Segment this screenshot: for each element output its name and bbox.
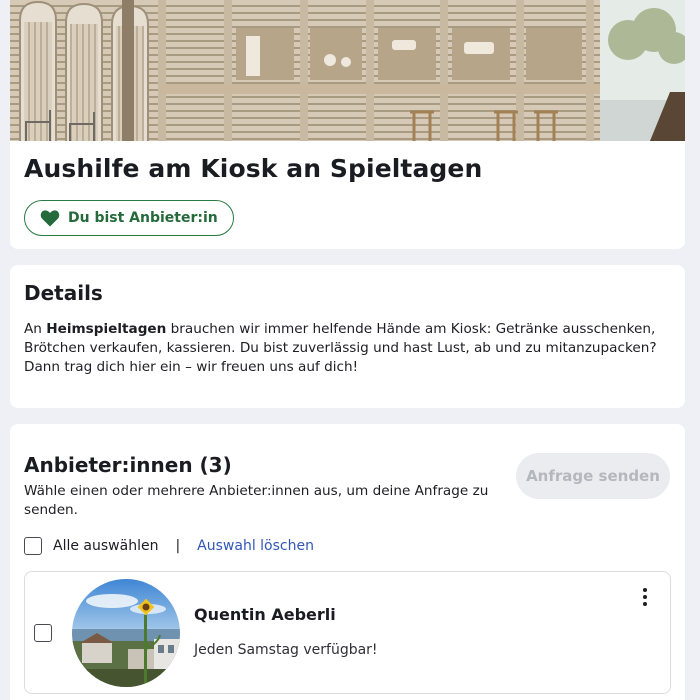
send-request-button[interactable]: Anfrage senden: [516, 453, 670, 499]
selection-separator: |: [175, 538, 181, 554]
provider-status-label: Du bist Anbieter:in: [68, 210, 218, 226]
page-title: Aushilfe am Kiosk an Spieltagen: [24, 154, 483, 183]
details-text-prefix: An: [24, 321, 47, 337]
details-text-highlight: Heimspieltagen: [46, 321, 167, 337]
avatar: [72, 579, 180, 687]
details-description: An Heimspieltagen brauchen wir immer hel…: [24, 320, 679, 377]
details-heading: Details: [24, 281, 103, 305]
provider-status-badge: Du bist Anbieter:in: [24, 200, 234, 236]
provider-checkbox[interactable]: [34, 624, 52, 642]
select-all-checkbox[interactable]: [24, 537, 42, 555]
details-card: Details An Heimspieltagen brauchen wir i…: [10, 265, 685, 408]
provider-availability: Jeden Samstag verfügbar!: [194, 642, 378, 658]
more-vertical-icon[interactable]: [636, 586, 654, 608]
job-header-card: Aushilfe am Kiosk an Spieltagen Du bist …: [10, 0, 685, 249]
provider-name: Quentin Aeberli: [194, 605, 336, 624]
clear-selection-link[interactable]: Auswahl löschen: [197, 538, 314, 554]
providers-heading: Anbieter:innen (3): [24, 453, 232, 477]
select-all-label[interactable]: Alle auswählen: [53, 538, 158, 554]
provider-list-item[interactable]: Quentin Aeberli Jeden Samstag verfügbar!: [24, 571, 671, 694]
heart-icon: [40, 210, 60, 227]
kiosk-photo: [10, 0, 685, 141]
selection-controls: Alle auswählen | Auswahl löschen: [24, 535, 314, 557]
providers-hint: Wähle einen oder mehrere Anbieter:innen …: [24, 483, 489, 518]
providers-card: Anbieter:innen (3) Anfrage senden Wähle …: [10, 424, 685, 700]
